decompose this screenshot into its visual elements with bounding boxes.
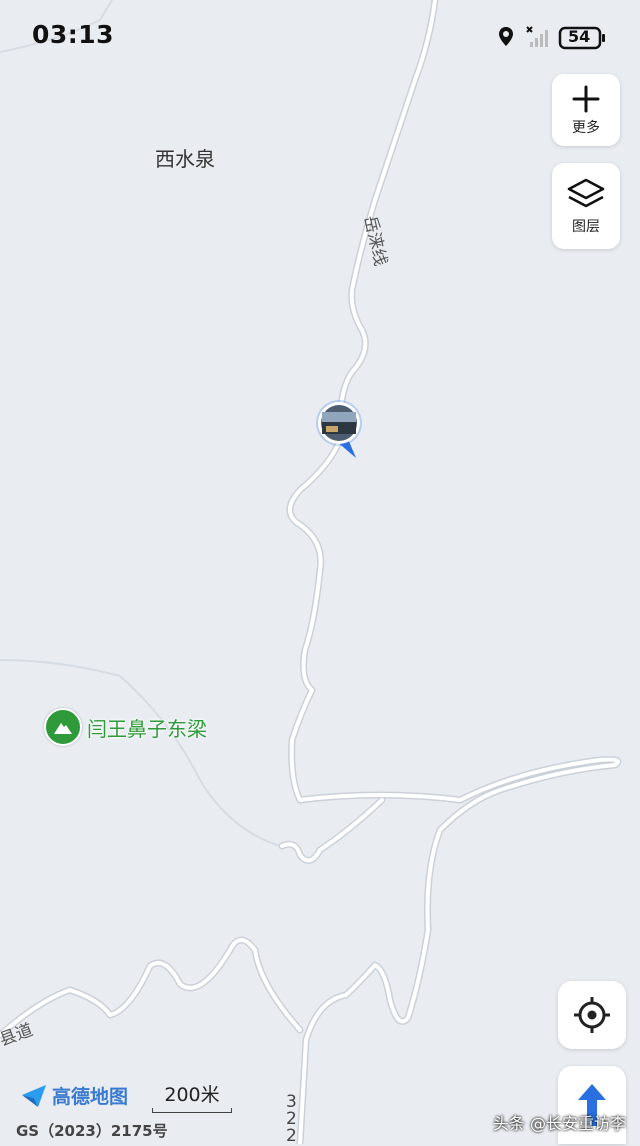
battery-level: 54 [568,27,591,46]
more-label: 更多 [572,118,600,135]
amap-logo: 高德地图 [20,1082,128,1109]
place-label: 西水泉 [155,147,215,171]
poi-label: 闫王鼻子东梁 [87,716,207,741]
signal-icon [526,26,548,47]
scale-bar: 200米 [152,1080,232,1113]
logo-text: 高德地图 [52,1086,129,1108]
watermark-text: 头条 @长安重访李 [492,1114,626,1133]
layers-icon [567,178,605,207]
amap-logo-icon [22,1084,46,1107]
status-time: 03:13 [32,20,115,49]
locate-button[interactable] [558,981,626,1049]
mountain-icon [44,708,82,746]
copyright-text: GS（2023）2175号 [16,1122,168,1140]
scale-text: 200米 [164,1084,220,1106]
layers-label: 图层 [572,217,600,234]
poi-marker[interactable]: 闫王鼻子东梁 [44,708,207,746]
scale-line [152,1108,232,1113]
status-icons: 54 [498,24,610,52]
map-canvas[interactable]: 岳涞线 县道 [0,0,640,1144]
layers-button[interactable]: 图层 [552,163,620,249]
location-icon [499,27,513,46]
plus-icon [572,85,600,112]
road-number-label: 322 [286,1092,297,1146]
locate-icon [574,997,610,1033]
more-button[interactable]: 更多 [552,74,620,146]
status-bar: 03:13 54 [0,0,640,70]
